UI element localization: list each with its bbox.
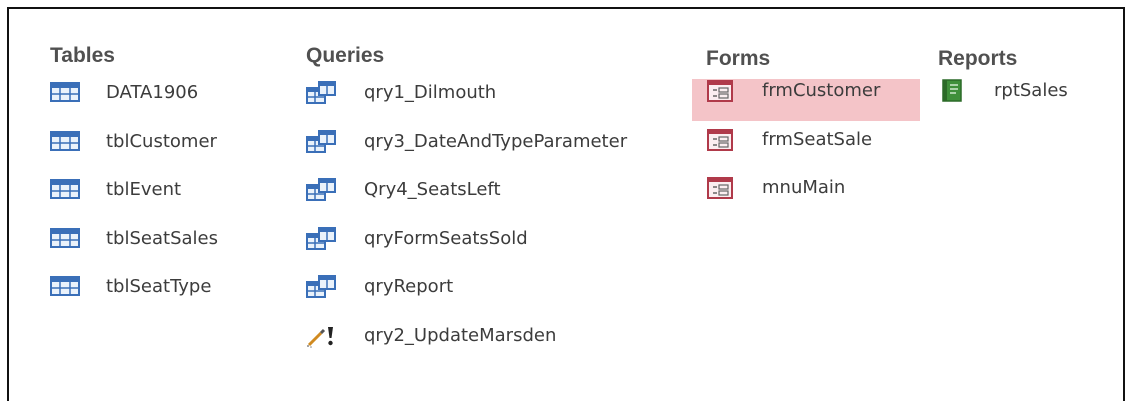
table-item-label: tblSeatSales xyxy=(106,227,218,249)
table-icon xyxy=(50,178,82,202)
query-item-label: qryReport xyxy=(364,276,454,297)
table-item-label: tblCustomer xyxy=(106,130,217,152)
query-item-qryreport[interactable]: qryReport xyxy=(306,275,627,324)
table-item-tblseattype[interactable]: tblSeatType xyxy=(50,275,218,324)
form-item-frmseatsale[interactable]: frmSeatSale xyxy=(706,128,880,177)
reports-group: Reports rptSales xyxy=(938,41,1068,128)
table-item-label: tblEvent xyxy=(106,179,182,200)
table-icon xyxy=(50,130,82,154)
table-item-label: DATA1906 xyxy=(106,82,199,103)
reports-heading: Reports xyxy=(938,47,1018,70)
queries-group: Queries qry1_Dilmouth qry3_DateAndTypePa… xyxy=(306,41,627,372)
form-icon xyxy=(706,79,738,103)
query-item-qry4-seatsleft[interactable]: Qry4_SeatsLeft xyxy=(306,178,627,227)
query-item-label: qry1_Dilmouth xyxy=(364,82,497,103)
forms-group: Forms frmCustomer frmSeatSale mnuMain xyxy=(706,41,880,225)
select-query-icon xyxy=(306,275,338,299)
tables-heading: Tables xyxy=(50,44,115,67)
report-item-label: rptSales xyxy=(994,80,1068,101)
queries-heading: Queries xyxy=(306,44,385,67)
select-query-icon xyxy=(306,226,338,251)
query-item-label: qry2_UpdateMarsden xyxy=(364,324,557,346)
query-item-qry1-dilmouth[interactable]: qry1_Dilmouth xyxy=(306,81,627,130)
select-query-icon xyxy=(306,178,338,202)
table-item-tblevent[interactable]: tblEvent xyxy=(50,178,218,227)
table-item-tblseatsales[interactable]: tblSeatSales xyxy=(50,227,218,276)
table-icon xyxy=(50,81,82,105)
table-item-label: tblSeatType xyxy=(106,276,212,297)
query-item-label: qryFormSeatsSold xyxy=(364,227,528,249)
query-item-qry3-dateandtypeparameter[interactable]: qry3_DateAndTypeParameter xyxy=(306,129,628,179)
table-item-data1906[interactable]: DATA1906 xyxy=(50,81,218,130)
select-query-icon xyxy=(306,129,338,154)
query-item-qryformseatssold[interactable]: qryFormSeatsSold xyxy=(306,226,627,276)
form-icon xyxy=(706,128,738,152)
select-query-icon xyxy=(306,81,338,105)
table-item-tblcustomer[interactable]: tblCustomer xyxy=(50,130,218,179)
table-icon xyxy=(50,227,82,251)
form-item-label: frmCustomer xyxy=(762,80,881,101)
report-icon xyxy=(938,79,970,103)
forms-heading: Forms xyxy=(706,47,771,70)
update-query-icon xyxy=(306,324,338,348)
query-item-qry2-updatemarsden[interactable]: qry2_UpdateMarsden xyxy=(306,324,627,373)
form-item-label: frmSeatSale xyxy=(762,128,873,150)
tables-group: Tables DATA1906 tblCustomer tblEvent tbl… xyxy=(50,41,218,324)
query-item-label: Qry4_SeatsLeft xyxy=(364,179,501,200)
report-item-rptsales[interactable]: rptSales xyxy=(938,79,1068,128)
form-item-frmcustomer[interactable]: frmCustomer xyxy=(706,79,880,128)
form-item-label: mnuMain xyxy=(762,177,846,198)
form-icon xyxy=(706,176,738,200)
table-icon xyxy=(50,275,82,299)
form-item-mnumain[interactable]: mnuMain xyxy=(706,176,880,225)
query-item-label: qry3_DateAndTypeParameter xyxy=(364,130,628,152)
